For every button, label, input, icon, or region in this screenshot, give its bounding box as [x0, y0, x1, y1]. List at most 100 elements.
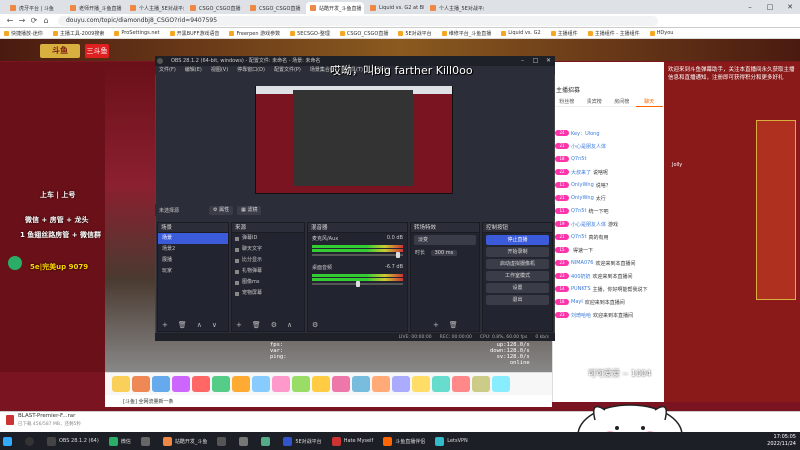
browser-tab[interactable]: CSGO_CSGO直播	[246, 2, 304, 14]
chat-username[interactable]: 小心是朋友人体	[571, 143, 606, 150]
chat-top-label[interactable]: 主播招募	[556, 85, 580, 94]
control-button[interactable]: 启动虚拟摄像机	[486, 259, 549, 269]
gift-icon[interactable]	[232, 376, 250, 392]
desktop-slider-handle[interactable]	[355, 281, 360, 287]
minimize-icon[interactable]: –	[740, 0, 760, 14]
mic-slider-handle[interactable]	[395, 252, 400, 258]
chat-tab[interactable]: 聊天	[635, 97, 663, 107]
taskbar-app[interactable]: OBS 28.1.2 (64)	[44, 434, 102, 448]
control-button[interactable]: 停止直播	[486, 235, 549, 245]
taskbar-app[interactable]	[236, 434, 254, 448]
browser-tab[interactable]: 站酷开发_斗鱼直播	[306, 2, 364, 14]
obs-maximize-icon[interactable]: □	[529, 56, 542, 66]
search-button[interactable]	[22, 434, 40, 448]
bookmark-item[interactable]: 主播组件 - 主播组件	[587, 30, 640, 37]
remove-transition-icon[interactable]: 🗑	[449, 321, 458, 329]
bookmark-item[interactable]: 主播组件	[550, 30, 578, 37]
gift-icon[interactable]	[272, 376, 290, 392]
add-source-icon[interactable]: +	[236, 321, 242, 329]
control-button[interactable]: 设置	[486, 283, 549, 293]
bookmark-item[interactable]: Freerpen 游戏参数	[229, 30, 280, 37]
obs-menu-item[interactable]: 停靠窗口(D)	[237, 66, 265, 75]
chat-tab[interactable]: 粉丝榜	[553, 97, 581, 107]
add-transition-icon[interactable]: +	[433, 321, 439, 329]
forward-icon[interactable]: →	[16, 15, 28, 27]
scene-up-icon[interactable]: ∧	[197, 321, 202, 329]
gift-icon[interactable]	[152, 376, 170, 392]
source-item[interactable]: 礼物弹幕	[232, 266, 304, 277]
desktop-volume-slider[interactable]	[312, 281, 403, 287]
taskbar-app[interactable]	[138, 434, 156, 448]
gift-icon[interactable]	[112, 376, 130, 392]
url-input[interactable]: douyu.com/topic/diamondbj8_CSGO?rid=9407…	[58, 15, 658, 26]
taskbar-app[interactable]: LetsVPN	[432, 434, 471, 448]
chat-username[interactable]: NIMA076	[571, 260, 594, 266]
bookmark-item[interactable]: 快捷播放-迷你	[4, 30, 43, 37]
taskbar-app[interactable]: 站酷开发_斗鱼	[160, 434, 211, 448]
chat-username[interactable]: 400奶奶	[571, 273, 591, 280]
taskbar-app[interactable]	[214, 434, 232, 448]
system-clock[interactable]: 17:05:05 2022/11/24	[767, 434, 796, 448]
gift-icon[interactable]	[172, 376, 190, 392]
mic-volume-slider[interactable]	[312, 252, 403, 258]
chat-tab[interactable]: 房间榜	[608, 97, 636, 107]
bookmark-item[interactable]: ProSettings.net	[114, 30, 160, 36]
source-item[interactable]: 图像ms	[232, 277, 304, 288]
obs-menu-item[interactable]: 视图(V)	[211, 66, 228, 75]
chat-username[interactable]: OnlyWng	[571, 195, 594, 201]
chat-tab[interactable]: 贵宾榜	[580, 97, 608, 107]
bookmark-item[interactable]: Liquid vs. G2	[501, 30, 541, 36]
mixer-settings-icon[interactable]: ⚙	[312, 321, 318, 329]
source-up-icon[interactable]: ∧	[287, 321, 292, 329]
obs-menu-item[interactable]: 编辑(E)	[185, 66, 202, 75]
browser-tab[interactable]: Liquid vs. G2 at BLAST	[366, 2, 424, 14]
source-item[interactable]: 弹幕ID	[232, 233, 304, 244]
gift-icon[interactable]	[252, 376, 270, 392]
chat-username[interactable]: Key：Ulong	[571, 130, 600, 137]
gift-icon[interactable]	[392, 376, 410, 392]
gift-icon[interactable]	[332, 376, 350, 392]
gift-icon[interactable]	[412, 376, 430, 392]
bookmark-item[interactable]: 主播工具-2009搜索	[52, 30, 104, 37]
source-item[interactable]: 聊天文字	[232, 244, 304, 255]
obs-minimize-icon[interactable]: –	[516, 56, 529, 66]
gift-icon[interactable]	[312, 376, 330, 392]
scene-item[interactable]: 玩家	[158, 266, 228, 277]
scene-item[interactable]: 场景	[158, 233, 228, 244]
gift-icon[interactable]	[192, 376, 210, 392]
browser-tab[interactable]: 个人主播_5E对战平台	[426, 2, 484, 14]
gift-icon[interactable]	[352, 376, 370, 392]
properties-button[interactable]: ⚙ 属性	[209, 205, 234, 215]
chat-username[interactable]: 刘琦哈哈	[571, 312, 591, 319]
bookmark-item[interactable]: HDyou	[649, 30, 673, 36]
bookmark-item[interactable]: 5E对战平台	[398, 30, 432, 37]
bookmark-item[interactable]: 维修平台_斗鱼直播	[441, 30, 491, 37]
home-icon[interactable]: ⌂	[40, 15, 52, 27]
filters-button[interactable]: ▦ 滤镜	[237, 205, 262, 215]
back-icon[interactable]: ←	[4, 15, 16, 27]
taskbar-app[interactable]: 微信	[106, 434, 134, 448]
download-filename[interactable]: BLAST-Premier-F...rar	[18, 413, 75, 419]
maximize-icon[interactable]: □	[760, 0, 780, 14]
source-settings-icon[interactable]: ⚙	[271, 321, 277, 329]
remove-scene-icon[interactable]: 🗑	[178, 321, 187, 329]
control-button[interactable]: 开始录制	[486, 247, 549, 257]
obs-close-icon[interactable]: ✕	[542, 56, 555, 66]
chat-username[interactable]: Q7n5t	[571, 208, 586, 214]
taskbar-app[interactable]	[258, 434, 276, 448]
browser-tab[interactable]: 老师开播_斗鱼直播	[66, 2, 124, 14]
chat-username[interactable]: 小心是朋友人体	[571, 221, 606, 228]
close-icon[interactable]: ✕	[780, 0, 800, 14]
control-button[interactable]: 工作室模式	[486, 271, 549, 281]
duration-input[interactable]: 300 ms	[430, 250, 458, 256]
browser-tab[interactable]: 个人主播_5E对战平台	[126, 2, 184, 14]
add-scene-icon[interactable]: +	[162, 321, 168, 329]
scene-item[interactable]: 场景2	[158, 244, 228, 255]
browser-tab[interactable]: 虎牙平台 | 斗鱼	[6, 2, 64, 14]
chat-username[interactable]: OnlyWng	[571, 182, 594, 188]
scene-down-icon[interactable]: ∨	[212, 321, 217, 329]
obs-menu-item[interactable]: 配置文件(P)	[274, 66, 301, 75]
source-item[interactable]: 比分显示	[232, 255, 304, 266]
bookmark-item[interactable]: 开黑BUFF游戏语音	[169, 30, 219, 37]
taskbar-app[interactable]: Hate Myself	[329, 434, 377, 448]
